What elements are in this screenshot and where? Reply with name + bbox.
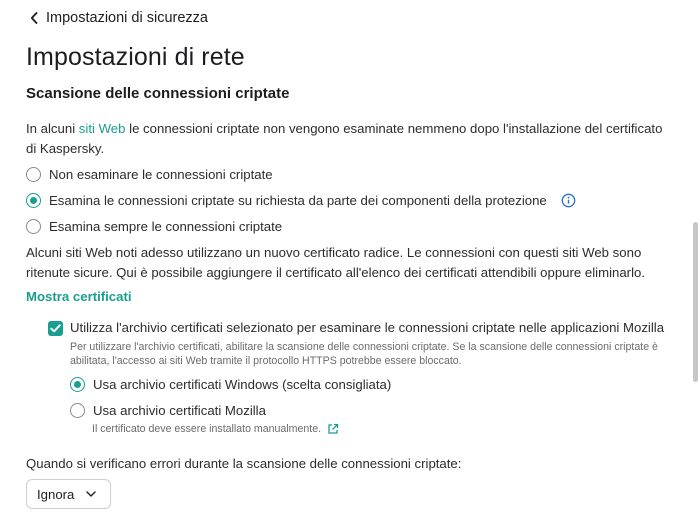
mozilla-store-checkbox[interactable]: [48, 321, 63, 336]
root-cert-note: Alcuni siti Web noti adesso utilizzano u…: [26, 245, 645, 280]
radio-button-selected[interactable]: [26, 193, 41, 208]
back-button[interactable]: Impostazioni di sicurezza: [30, 10, 208, 26]
radio-option-no-scan[interactable]: Non esaminare le connessioni criptate: [26, 167, 273, 182]
radio-button[interactable]: [26, 219, 41, 234]
section-title: Scansione delle connessioni criptate: [26, 85, 290, 102]
radio-label: Usa archivio certificati Windows (scelta…: [93, 377, 392, 392]
select-value: Ignora: [37, 486, 75, 502]
radio-option-scan-on-request[interactable]: Esamina le connessioni criptate su richi…: [26, 193, 576, 208]
radio-option-always-scan[interactable]: Esamina sempre le connessioni criptate: [26, 219, 282, 234]
radio-button[interactable]: [70, 403, 85, 418]
errors-action-select[interactable]: Ignora: [26, 479, 111, 509]
checkmark-icon: [50, 324, 61, 333]
intro-text: In alcuni siti Web le connessioni cripta…: [26, 119, 676, 159]
mozilla-store-note-text: Il certificato deve essere installato ma…: [92, 423, 322, 435]
mozilla-store-label: Utilizza l'archivio certificati selezion…: [70, 320, 665, 335]
radio-option-windows-store[interactable]: Usa archivio certificati Windows (scelta…: [70, 377, 391, 392]
mozilla-store-description: Per utilizzare l'archivio certificati, a…: [70, 341, 658, 367]
websites-link[interactable]: siti Web: [79, 121, 126, 136]
chevron-down-icon: [86, 491, 97, 497]
radio-label: Non esaminare le connessioni criptate: [49, 167, 273, 182]
back-label: Impostazioni di sicurezza: [46, 10, 208, 26]
radio-button[interactable]: [26, 167, 41, 182]
scrollbar-thumb[interactable]: [693, 222, 698, 382]
external-link-icon[interactable]: [327, 423, 339, 435]
radio-button-selected[interactable]: [70, 377, 85, 392]
errors-label: Quando si verificano errori durante la s…: [26, 456, 462, 471]
intro-text-before: In alcuni: [26, 121, 79, 136]
radio-label: Esamina le connessioni criptate su richi…: [49, 193, 547, 208]
mozilla-store-note: Il certificato deve essere installato ma…: [92, 423, 339, 435]
show-certificates-link[interactable]: Mostra certificati: [26, 289, 132, 304]
page-title: Impostazioni di rete: [26, 43, 245, 71]
info-icon[interactable]: [561, 193, 576, 208]
radio-label: Usa archivio certificati Mozilla: [93, 403, 266, 418]
radio-option-mozilla-store[interactable]: Usa archivio certificati Mozilla: [70, 403, 266, 418]
radio-label: Esamina sempre le connessioni criptate: [49, 219, 283, 234]
chevron-left-icon: [30, 12, 38, 24]
